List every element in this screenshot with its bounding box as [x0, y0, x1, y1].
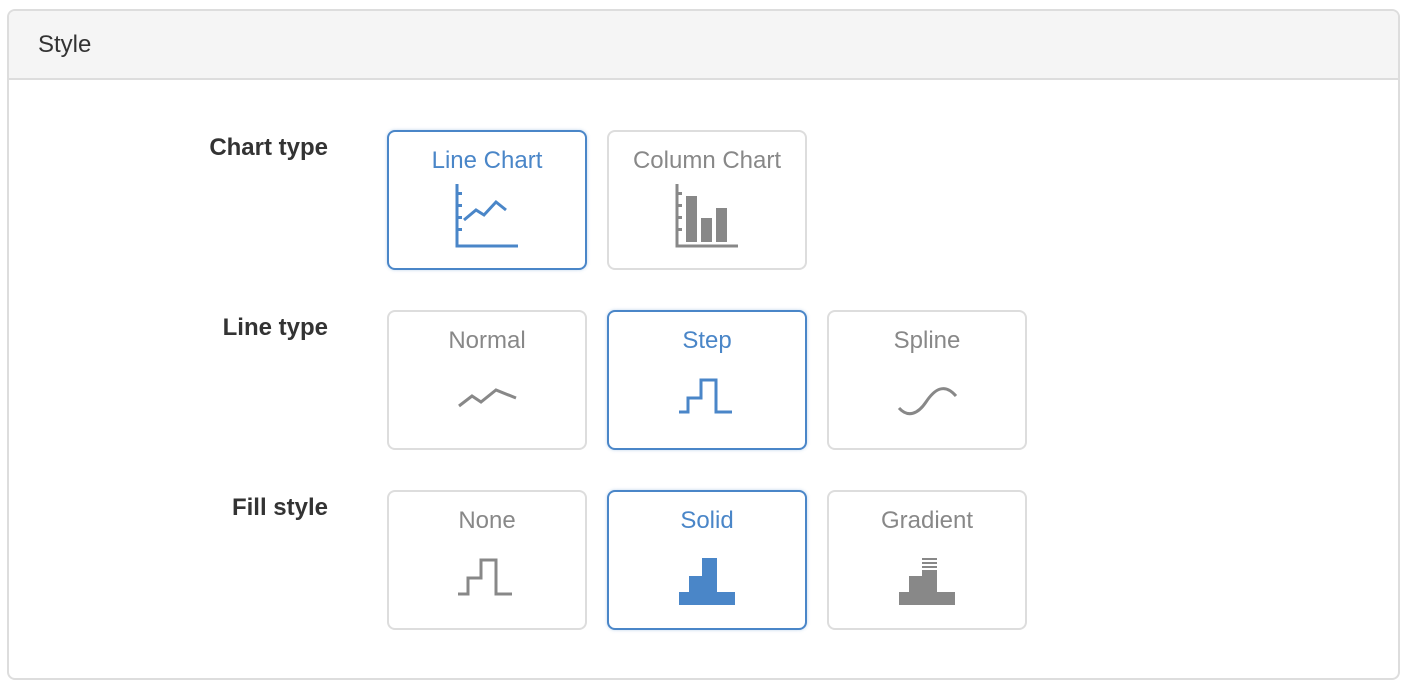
- option-gradient[interactable]: Gradient: [827, 490, 1027, 630]
- option-label: Gradient: [880, 507, 974, 534]
- column-chart-icon: [675, 184, 738, 248]
- spline-line-icon: [897, 387, 958, 416]
- fill-style-label: Fill style: [231, 494, 328, 521]
- option-line-chart[interactable]: Line Chart: [387, 130, 587, 270]
- line-type-label: Line type: [222, 314, 328, 341]
- line-chart-icon: [455, 184, 518, 248]
- option-column-chart[interactable]: Column Chart: [607, 130, 807, 270]
- no-fill-icon: [458, 558, 512, 596]
- normal-line-icon: [458, 388, 517, 408]
- option-step[interactable]: Step: [607, 310, 807, 450]
- panel-title: Style: [38, 30, 92, 58]
- option-label: None: [458, 507, 516, 534]
- option-label: Spline: [893, 327, 961, 354]
- fill-style-row: Fill style None Solid Gradient: [9, 490, 1398, 630]
- option-label: Normal: [448, 327, 526, 354]
- option-solid[interactable]: Solid: [607, 490, 807, 630]
- chart-type-label: Chart type: [209, 134, 328, 161]
- option-label: Line Chart: [431, 147, 543, 174]
- option-label: Solid: [680, 507, 734, 534]
- solid-fill-icon: [679, 558, 735, 605]
- step-line-icon: [679, 378, 732, 414]
- option-none[interactable]: None: [387, 490, 587, 630]
- panel-header: Style: [9, 11, 1398, 80]
- line-type-row: Line type Normal Step Spline: [9, 310, 1398, 450]
- gradient-fill-icon: [899, 558, 955, 605]
- option-label: Step: [682, 327, 732, 354]
- chart-type-row: Chart type Line Chart Column Chart: [9, 130, 1398, 270]
- style-panel: Style Chart type Line Chart Column Chart: [7, 9, 1400, 680]
- option-spline[interactable]: Spline: [827, 310, 1027, 450]
- option-label: Column Chart: [632, 147, 782, 174]
- option-normal[interactable]: Normal: [387, 310, 587, 450]
